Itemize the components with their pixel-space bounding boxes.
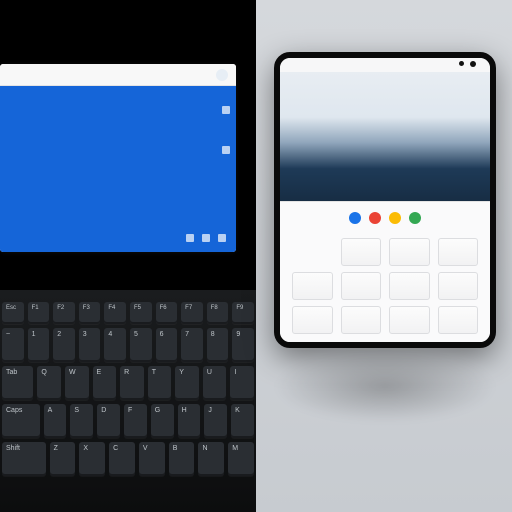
- key[interactable]: C: [109, 442, 135, 476]
- color-dot-row: [292, 212, 478, 224]
- key[interactable]: 8: [207, 328, 229, 362]
- laptop-keyboard: Esc F1 F2 F3 F4 F5 F6 F7 F8 F9 ~ 1 2 3 4…: [0, 290, 256, 512]
- desktop-icon[interactable]: [222, 146, 230, 154]
- key[interactable]: T: [148, 366, 172, 400]
- key[interactable]: H: [178, 404, 201, 438]
- app-tile[interactable]: [341, 272, 382, 300]
- key[interactable]: F7: [181, 302, 203, 324]
- key[interactable]: F1: [28, 302, 50, 324]
- key[interactable]: Esc: [2, 302, 24, 324]
- key[interactable]: F6: [156, 302, 178, 324]
- key[interactable]: S: [70, 404, 93, 438]
- key[interactable]: X: [79, 442, 105, 476]
- key[interactable]: F9: [232, 302, 254, 324]
- key[interactable]: I: [230, 366, 254, 400]
- key[interactable]: R: [120, 366, 144, 400]
- key[interactable]: B: [169, 442, 195, 476]
- key[interactable]: V: [139, 442, 165, 476]
- key[interactable]: F: [124, 404, 147, 438]
- app-tile[interactable]: [292, 238, 333, 266]
- taskbar-icon[interactable]: [202, 234, 210, 242]
- key[interactable]: J: [204, 404, 227, 438]
- key[interactable]: E: [93, 366, 117, 400]
- key[interactable]: Caps: [2, 404, 40, 438]
- tablet-app-panel: [280, 202, 490, 342]
- key[interactable]: Tab: [2, 366, 33, 400]
- key[interactable]: Q: [37, 366, 61, 400]
- color-dot[interactable]: [389, 212, 401, 224]
- key[interactable]: U: [203, 366, 227, 400]
- key[interactable]: Shift: [2, 442, 46, 476]
- key[interactable]: M: [228, 442, 254, 476]
- color-dot[interactable]: [349, 212, 361, 224]
- color-dot[interactable]: [409, 212, 421, 224]
- key[interactable]: F4: [104, 302, 126, 324]
- taskbar-icon[interactable]: [218, 234, 226, 242]
- key[interactable]: F2: [53, 302, 75, 324]
- key[interactable]: ~: [2, 328, 24, 362]
- app-tile[interactable]: [438, 238, 479, 266]
- tablet-shadow: [274, 352, 496, 422]
- key[interactable]: Z: [50, 442, 76, 476]
- key[interactable]: A: [44, 404, 67, 438]
- key[interactable]: 3: [79, 328, 101, 362]
- laptop-desktop[interactable]: [0, 86, 236, 252]
- key[interactable]: D: [97, 404, 120, 438]
- app-tile[interactable]: [389, 306, 430, 334]
- app-tile[interactable]: [341, 306, 382, 334]
- tablet-device: [274, 52, 496, 348]
- app-tile[interactable]: [389, 272, 430, 300]
- key[interactable]: 5: [130, 328, 152, 362]
- laptop-screen: [0, 64, 236, 252]
- camera-icon: [470, 61, 476, 67]
- key[interactable]: F3: [79, 302, 101, 324]
- key[interactable]: K: [231, 404, 254, 438]
- app-tile[interactable]: [438, 306, 479, 334]
- key[interactable]: F8: [207, 302, 229, 324]
- key[interactable]: N: [198, 442, 224, 476]
- key[interactable]: 6: [156, 328, 178, 362]
- key[interactable]: W: [65, 366, 89, 400]
- app-tile[interactable]: [438, 272, 479, 300]
- app-tile[interactable]: [389, 238, 430, 266]
- laptop-window-chrome: [0, 64, 236, 86]
- color-dot[interactable]: [369, 212, 381, 224]
- tablet-wallpaper: [280, 72, 490, 202]
- key[interactable]: Y: [175, 366, 199, 400]
- tablet-status-bar: [280, 58, 490, 72]
- key[interactable]: G: [151, 404, 174, 438]
- app-tile[interactable]: [292, 306, 333, 334]
- key[interactable]: 4: [104, 328, 126, 362]
- key[interactable]: F5: [130, 302, 152, 324]
- key[interactable]: 9: [232, 328, 254, 362]
- device-comparison-scene: Esc F1 F2 F3 F4 F5 F6 F7 F8 F9 ~ 1 2 3 4…: [0, 0, 512, 512]
- key[interactable]: 7: [181, 328, 203, 362]
- taskbar-icon[interactable]: [186, 234, 194, 242]
- tablet-side: [256, 0, 512, 512]
- app-tile[interactable]: [292, 272, 333, 300]
- tablet-app-grid: [292, 238, 478, 334]
- laptop-side: Esc F1 F2 F3 F4 F5 F6 F7 F8 F9 ~ 1 2 3 4…: [0, 0, 256, 512]
- key[interactable]: 1: [28, 328, 50, 362]
- key[interactable]: 2: [53, 328, 75, 362]
- camera-icon: [459, 61, 464, 66]
- desktop-icon[interactable]: [222, 106, 230, 114]
- window-control-icon[interactable]: [216, 69, 228, 81]
- app-tile[interactable]: [341, 238, 382, 266]
